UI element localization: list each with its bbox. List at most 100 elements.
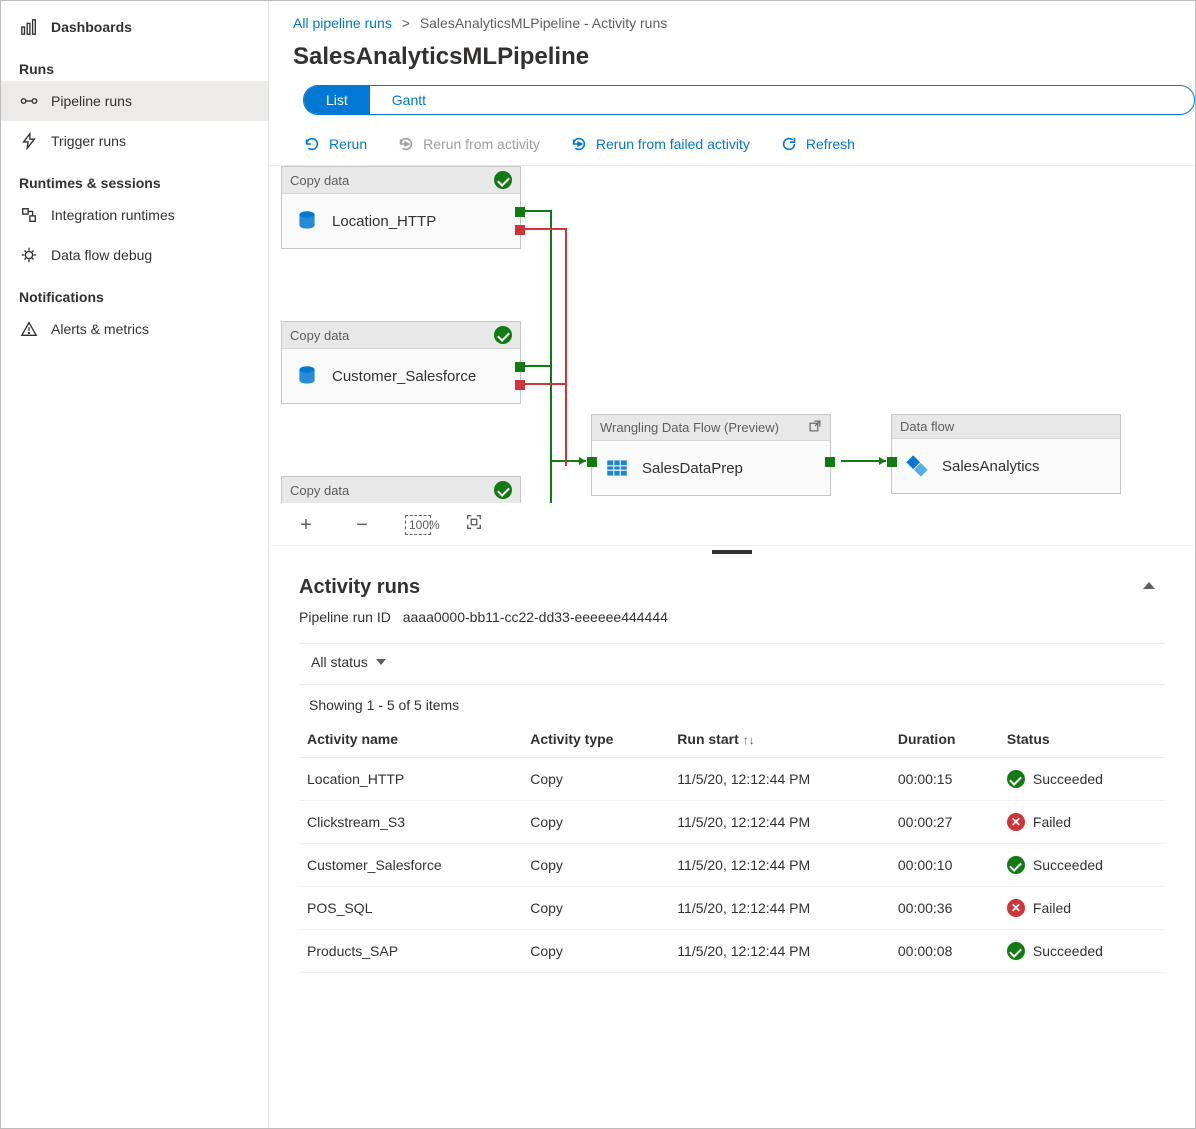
popout-icon[interactable]: [808, 419, 822, 436]
table-icon: [604, 455, 630, 481]
toolbar: Rerun Rerun from activity Rerun from fai…: [269, 125, 1195, 166]
node-location-http[interactable]: Copy data Location_HTTP: [281, 166, 521, 249]
panel-heading: Activity runs: [299, 576, 1165, 599]
pipeline-canvas[interactable]: Copy data Location_HTTP Copy data Custom…: [271, 166, 1193, 546]
node-customer-salesforce[interactable]: Copy data Customer_Salesforce: [281, 321, 521, 404]
breadcrumb: All pipeline runs > SalesAnalyticsMLPipe…: [269, 1, 1195, 37]
sidebar-item-label: Dashboards: [51, 19, 132, 35]
rerun-button[interactable]: Rerun: [303, 135, 367, 153]
cell-type: Copy: [522, 844, 669, 887]
table-row[interactable]: Products_SAP Copy 11/5/20, 12:12:44 PM 0…: [299, 930, 1165, 973]
sidebar-item-label: Trigger runs: [51, 133, 126, 149]
status-success-icon: [494, 326, 512, 344]
col-start[interactable]: Run start↑↓: [669, 721, 890, 758]
collapse-panel-button[interactable]: [1143, 576, 1155, 592]
cell-status: Succeeded: [1033, 771, 1103, 787]
breadcrumb-sep: >: [402, 15, 410, 31]
breadcrumb-link[interactable]: All pipeline runs: [293, 15, 392, 31]
node-type: Wrangling Data Flow (Preview): [600, 420, 779, 435]
sidebar-item-label: Integration runtimes: [51, 207, 175, 223]
dataflow-icon: [904, 453, 930, 479]
status-fail-icon: [1007, 899, 1025, 917]
status-success-icon: [1007, 856, 1025, 874]
node-type: Data flow: [900, 419, 954, 434]
rerun-from-activity-button: Rerun from activity: [397, 135, 540, 153]
col-activity[interactable]: Activity name: [299, 721, 522, 758]
cell-type: Copy: [522, 801, 669, 844]
activity-runs-panel: Activity runs Pipeline run ID aaaa0000-b…: [269, 554, 1195, 973]
pipeline-icon: [19, 91, 39, 111]
table-row[interactable]: Clickstream_S3 Copy 11/5/20, 12:12:44 PM…: [299, 801, 1165, 844]
zoom-in-button[interactable]: +: [293, 514, 319, 537]
breadcrumb-current: SalesAnalyticsMLPipeline - Activity runs: [420, 15, 667, 31]
zoom-100-button[interactable]: 100%: [405, 515, 431, 535]
node-salesdataprep[interactable]: Wrangling Data Flow (Preview) SalesDataP…: [591, 414, 831, 496]
sidebar: Dashboards Runs Pipeline runs Trigger ru…: [1, 1, 269, 1128]
cell-type: Copy: [522, 758, 669, 801]
col-status[interactable]: Status: [999, 721, 1165, 758]
sidebar-item-dataflow-debug[interactable]: Data flow debug: [1, 235, 268, 275]
pipeline-run-id: Pipeline run ID aaaa0000-bb11-cc22-dd33-…: [299, 609, 1165, 625]
node-name: SalesAnalytics: [942, 458, 1040, 475]
toggle-list[interactable]: List: [304, 86, 370, 114]
output-success-port[interactable]: [515, 362, 525, 372]
cell-dur: 00:00:36: [890, 887, 999, 930]
node-type: Copy data: [290, 328, 349, 343]
cell-dur: 00:00:10: [890, 844, 999, 887]
status-success-icon: [1007, 770, 1025, 788]
database-icon: [294, 208, 320, 234]
input-port[interactable]: [587, 457, 597, 467]
sidebar-section-notifications: Notifications: [1, 275, 268, 309]
sidebar-item-trigger-runs[interactable]: Trigger runs: [1, 121, 268, 161]
cell-status: Failed: [1033, 814, 1071, 830]
cell-name: Clickstream_S3: [299, 801, 522, 844]
output-fail-port[interactable]: [515, 380, 525, 390]
cell-start: 11/5/20, 12:12:44 PM: [669, 844, 890, 887]
activity-table: Activity name Activity type Run start↑↓ …: [299, 721, 1165, 973]
output-success-port[interactable]: [515, 207, 525, 217]
sidebar-item-label: Pipeline runs: [51, 93, 132, 109]
trigger-icon: [19, 131, 39, 151]
sidebar-item-label: Alerts & metrics: [51, 321, 149, 337]
cell-name: Products_SAP: [299, 930, 522, 973]
sidebar-item-integration-runtimes[interactable]: Integration runtimes: [1, 195, 268, 235]
status-success-icon: [494, 171, 512, 189]
zoom-out-button[interactable]: −: [349, 514, 375, 537]
rerun-failed-button[interactable]: Rerun from failed activity: [570, 135, 750, 153]
cell-status: Succeeded: [1033, 943, 1103, 959]
status-filter-button[interactable]: All status: [305, 650, 392, 674]
pid-label: Pipeline run ID: [299, 609, 391, 625]
sidebar-item-label: Data flow debug: [51, 247, 152, 263]
sidebar-item-dashboards[interactable]: Dashboards: [1, 7, 268, 47]
node-salesanalytics[interactable]: Data flow SalesAnalytics: [891, 414, 1121, 494]
node-type: Copy data: [290, 483, 349, 498]
rerun-from-activity-label: Rerun from activity: [423, 136, 540, 152]
table-row[interactable]: Location_HTTP Copy 11/5/20, 12:12:44 PM …: [299, 758, 1165, 801]
cell-dur: 00:00:27: [890, 801, 999, 844]
refresh-label: Refresh: [806, 136, 855, 152]
toggle-gantt[interactable]: Gantt: [370, 86, 448, 114]
output-success-port[interactable]: [825, 457, 835, 467]
main: All pipeline runs > SalesAnalyticsMLPipe…: [269, 1, 1195, 1128]
output-fail-port[interactable]: [515, 225, 525, 235]
node-name: Location_HTTP: [332, 213, 436, 230]
input-port[interactable]: [887, 457, 897, 467]
pid-value: aaaa0000-bb11-cc22-dd33-eeeeee444444: [403, 609, 668, 625]
sidebar-item-alerts[interactable]: Alerts & metrics: [1, 309, 268, 349]
rerun-failed-label: Rerun from failed activity: [596, 136, 750, 152]
cell-start: 11/5/20, 12:12:44 PM: [669, 801, 890, 844]
table-row[interactable]: Customer_Salesforce Copy 11/5/20, 12:12:…: [299, 844, 1165, 887]
sidebar-item-pipeline-runs[interactable]: Pipeline runs: [1, 81, 268, 121]
cell-type: Copy: [522, 887, 669, 930]
col-duration[interactable]: Duration: [890, 721, 999, 758]
refresh-button[interactable]: Refresh: [780, 135, 855, 153]
col-type[interactable]: Activity type: [522, 721, 669, 758]
fit-screen-button[interactable]: [461, 513, 487, 537]
database-icon: [294, 363, 320, 389]
cell-dur: 00:00:08: [890, 930, 999, 973]
table-row[interactable]: POS_SQL Copy 11/5/20, 12:12:44 PM 00:00:…: [299, 887, 1165, 930]
cell-start: 11/5/20, 12:12:44 PM: [669, 930, 890, 973]
cell-name: Customer_Salesforce: [299, 844, 522, 887]
showing-text: Showing 1 - 5 of 5 items: [299, 685, 1165, 721]
status-success-icon: [1007, 942, 1025, 960]
